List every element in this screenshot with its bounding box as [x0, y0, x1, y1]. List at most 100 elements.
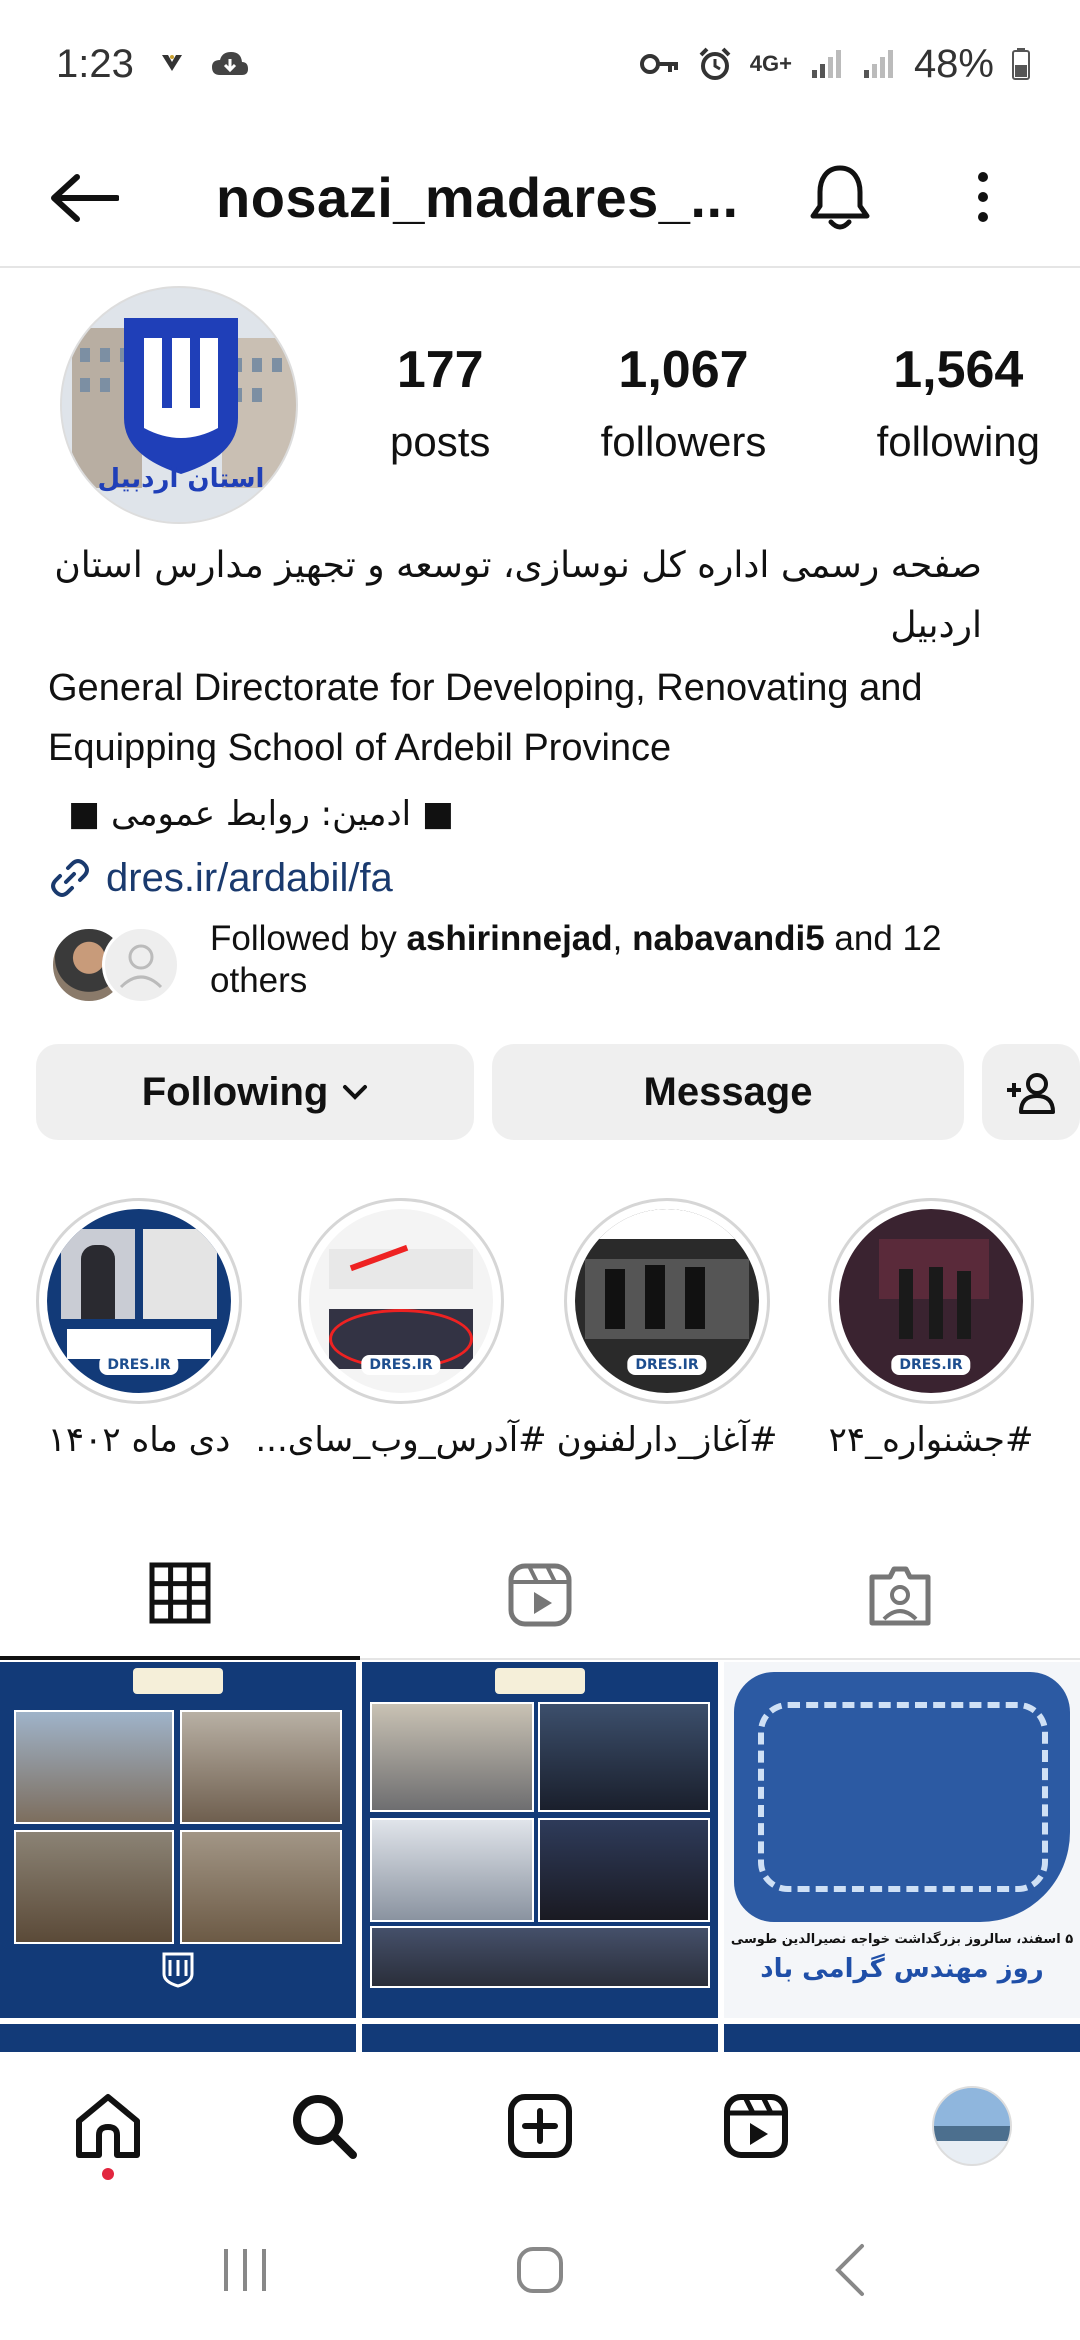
mutual-followers-avatars [50, 926, 190, 1006]
reels-icon [724, 2094, 788, 2158]
posts-count-value: 177 [396, 341, 484, 399]
tagged-user-icon [869, 1566, 931, 1626]
tab-reels[interactable] [360, 1530, 720, 1660]
tab-posts-grid[interactable] [0, 1530, 360, 1660]
profile-avatar[interactable]: استان اردبیل [60, 286, 298, 524]
highlight-cover: DRES.IR [839, 1209, 1023, 1393]
highlight-badge: DRES.IR [891, 1355, 971, 1375]
profile-top-bar: nosazi_madares_... [0, 128, 1080, 268]
bio-persian-line-1: صفحه رسمی اداره کل نوسازی، توسعه و تجهیز… [54, 545, 982, 586]
grid-icon [149, 1562, 211, 1624]
highlight-cover: DRES.IR [575, 1209, 759, 1393]
post-thumbnail[interactable] [362, 2024, 718, 2052]
highlight-cover: DRES.IR [47, 1209, 231, 1393]
nav-home[interactable] [68, 2086, 148, 2166]
profile-username: nosazi_madares_... [216, 166, 739, 229]
highlight-label: #آدرس_وب_سای... [255, 1420, 547, 1460]
home-notification-dot [102, 2168, 114, 2180]
highlight-ring: DRES.IR [564, 1198, 770, 1404]
battery-icon [1012, 48, 1030, 80]
post-thumbnail[interactable] [362, 1662, 718, 2018]
home-icon [76, 2094, 140, 2158]
post-caption-line-1: روز مهندس گرامی باد [760, 1954, 1044, 1984]
person-placeholder-icon [119, 944, 163, 989]
tab-tagged[interactable] [720, 1530, 1080, 1660]
post-photo [14, 1710, 174, 1824]
bio-persian-line-2: اردبیل [890, 605, 982, 646]
followers-count-value: 1,067 [618, 341, 749, 399]
profile-link-text: dres.ir/ardabil/fa [106, 856, 393, 900]
highlight-ring: DRES.IR [36, 1198, 242, 1404]
post-thumbnail[interactable] [724, 2024, 1080, 2052]
message-button[interactable]: Message [492, 1044, 964, 1140]
bio-english-line-1: General Directorate for Developing, Reno… [48, 667, 923, 709]
story-highlights: DRES.IR #جشنواره_۲۴ DRES.IR #آغاز_دارلفن… [0, 1198, 1080, 1478]
highlight-item[interactable]: DRES.IR دی ماه ۱۴۰۲ [34, 1198, 244, 1460]
cloud-sync-icon [210, 49, 250, 79]
profile-stats: 177 posts 1,067 followers 1,564 followin… [390, 340, 1040, 466]
system-back-button[interactable] [820, 2238, 880, 2302]
battery-percent: 48% [913, 41, 994, 86]
system-home-icon [517, 2247, 563, 2293]
nav-profile-avatar[interactable] [932, 2086, 1012, 2166]
nav-reels[interactable] [716, 2086, 796, 2166]
suggest-users-button[interactable] [982, 1044, 1080, 1140]
search-icon [293, 2095, 357, 2159]
nav-create[interactable] [500, 2086, 580, 2166]
post-thumbnail[interactable] [0, 1662, 356, 2018]
followed-by-others: others [210, 961, 308, 1000]
posts-grid: ۵ اسفند، سالروز بزرگداشت خواجه نصیرالدین… [0, 1662, 1080, 2052]
highlight-item[interactable]: DRES.IR #آغاز_دارلفنون [557, 1198, 777, 1460]
back-button[interactable] [46, 160, 122, 236]
recent-apps-button[interactable] [210, 2238, 280, 2302]
highlight-badge: DRES.IR [627, 1355, 707, 1375]
profile-actions: Following Message [36, 1044, 1080, 1140]
post-photo [14, 1830, 174, 1944]
signal-icon [810, 48, 844, 80]
followed-by-prefix: Followed by [210, 919, 407, 958]
post-thumbnail[interactable] [0, 2024, 356, 2052]
avatar-caption: استان اردبیل [97, 464, 265, 494]
following-count[interactable]: 1,564 following [877, 340, 1040, 466]
post-banner [495, 1668, 585, 1694]
highlight-item[interactable]: DRES.IR #جشنواره_۲۴ [826, 1198, 1036, 1460]
post-thumbnail[interactable]: ۵ اسفند، سالروز بزرگداشت خواجه نصیرالدین… [724, 1662, 1080, 2018]
highlight-label: #آغاز_دارلفنون [556, 1420, 778, 1460]
nav-search[interactable] [284, 2086, 364, 2166]
bio-english-line-2: Equipping School of Ardebil Province [48, 727, 672, 769]
more-options-button[interactable] [955, 152, 1011, 242]
post-photo [180, 1710, 342, 1824]
post-caption-line-2: ۵ اسفند، سالروز بزرگداشت خواجه نصیرالدین… [730, 1932, 1074, 1947]
notifications-button[interactable] [800, 152, 880, 242]
highlight-ring: DRES.IR [298, 1198, 504, 1404]
mutual-follower-avatar-placeholder [102, 926, 180, 1004]
post-photo [370, 1818, 534, 1922]
posts-count[interactable]: 177 posts [390, 340, 490, 466]
status-bar: 1:23 4G+ 48% [0, 0, 1080, 128]
link-icon [51, 859, 89, 897]
chevron-down-icon [343, 1085, 368, 1100]
highlight-cover: DRES.IR [309, 1209, 493, 1393]
mutual-follower-1[interactable]: ashirinnejad [406, 919, 612, 958]
following-count-value: 1,564 [893, 341, 1024, 399]
profile-bio: صفحه رسمی اداره کل نوسازی، توسعه و تجهیز… [48, 536, 1028, 908]
system-home-button[interactable] [508, 2238, 572, 2302]
bio-admin-line: ■ ادمین: روابط عمومی ■ [68, 794, 454, 834]
profile-link[interactable]: dres.ir/ardabil/fa [48, 848, 1028, 908]
post-photo [370, 1926, 710, 1988]
highlight-label: #جشنواره_۲۴ [828, 1420, 1034, 1460]
message-button-label: Message [643, 1069, 813, 1114]
bottom-navigation [0, 2052, 1080, 2198]
recent-apps-icon [224, 2249, 266, 2291]
vpn-key-icon [639, 52, 680, 76]
profile-content-tabs [0, 1530, 1080, 1660]
back-arrow-icon [51, 174, 119, 222]
network-type: 4G+ [749, 51, 792, 76]
more-vertical-icon [978, 172, 988, 222]
following-button[interactable]: Following [36, 1044, 474, 1140]
followed-by[interactable]: Followed by ashirinnejad, nabavandi5 and… [50, 918, 1050, 1008]
mutual-follower-2[interactable]: nabavandi5 [632, 919, 825, 958]
highlight-item[interactable]: DRES.IR #آدرس_وب_سای... [255, 1198, 547, 1460]
followed-by-separator: , [612, 919, 633, 958]
followers-count[interactable]: 1,067 followers [601, 340, 767, 466]
